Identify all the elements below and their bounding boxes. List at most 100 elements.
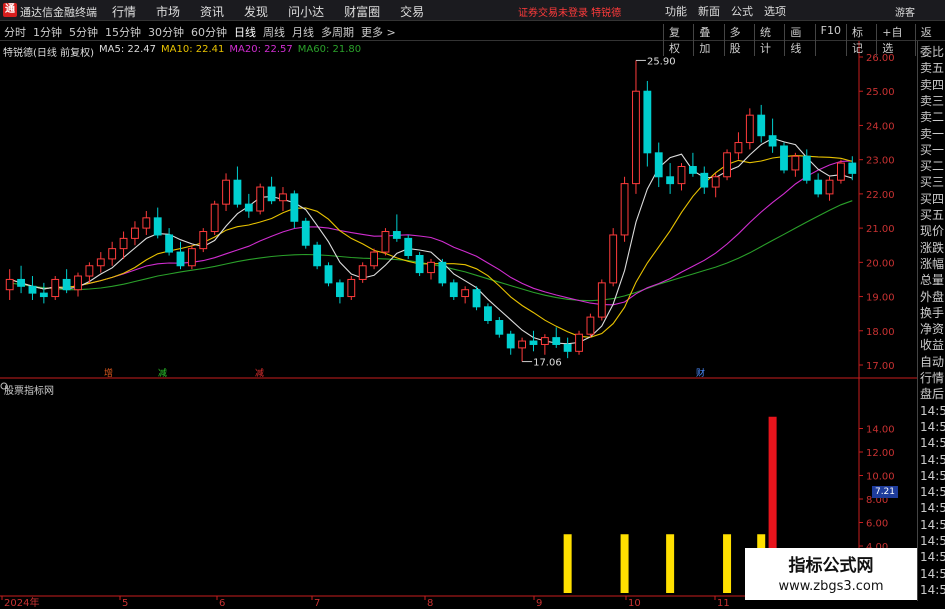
menu-item-xuanxiang[interactable]: 选项 [764,3,786,19]
quote-panel-item[interactable]: 14:56 [920,484,945,501]
candle-body [848,162,857,174]
period-toolbar: 分时 1分钟 5分钟 15分钟 30分钟 60分钟 日线 周线 月线 多周期 更… [0,21,945,56]
quote-panel-item[interactable]: 14:56 [920,566,945,583]
tool-overlay-button[interactable]: 叠加 [693,24,723,56]
quote-panel-item[interactable]: 14:56 [920,582,945,599]
tab-fenshi[interactable]: 分时 [4,24,26,40]
menu-item-faxian[interactable]: 发现 [244,3,268,20]
tab-15min[interactable]: 15分钟 [105,24,141,40]
watermark-title: 指标公式网 [788,556,874,576]
tab-daily[interactable]: 日线 [234,24,256,40]
quote-panel-item[interactable]: 卖五 [920,60,944,77]
menu-item-shichang[interactable]: 市场 [156,3,180,20]
quote-panel-item[interactable]: 14:56 [920,403,945,420]
quote-panel-item[interactable]: 净资 [920,321,944,338]
tab-30min[interactable]: 30分钟 [148,24,184,40]
watermark-logo: 指标公式网 www.zbgs3.com [745,548,917,600]
candle-body [632,90,640,185]
menu-item-hangqing[interactable]: 行情 [112,3,136,20]
app-name: 通达信金融终端 [20,6,97,19]
quote-panel-item[interactable]: 卖二 [920,109,944,126]
tab-1min[interactable]: 1分钟 [33,24,62,40]
candle-body [461,289,470,298]
candle-body [438,261,447,284]
candle-body [449,282,458,298]
tab-monthly[interactable]: 月线 [292,24,314,40]
quote-panel-item[interactable]: 买二 [920,158,944,175]
candle-body [119,237,128,250]
candle-body [153,217,162,236]
menu-item-wenxiaoda[interactable]: 问小达 [288,3,324,20]
quote-panel-item[interactable]: 自动 [920,354,944,371]
tool-f10-button[interactable]: F10 [814,24,846,56]
quote-side-panel[interactable]: 委比 卖五 卖四 卖三 卖二 卖一 买一 买二 买三 买四 买五 现价 涨跌 涨幅 总量 外盘 换手 净资 收益 自动… [917,41,945,601]
quote-panel-item[interactable]: 14:56 [920,500,945,517]
quote-panel-item[interactable]: 14:56 [920,549,945,566]
candle-body [51,278,60,298]
guest-label[interactable]: 游客 [895,4,915,19]
candle-body [518,340,527,349]
quote-panel-item[interactable]: 总量 [920,272,944,289]
candle-body [666,176,675,185]
quote-panel-item[interactable]: 卖四 [920,77,944,94]
menu-item-caifuquan[interactable]: 财富圈 [344,3,380,20]
price-tick-label: 24.00 [866,121,895,132]
tab-5min[interactable]: 5分钟 [69,24,98,40]
quote-panel-item[interactable]: 委比 [920,44,944,61]
date-tick-label: 11 [717,598,730,609]
quote-panel-item[interactable]: 外盘 [920,289,944,306]
tab-more[interactable]: 更多 > [361,24,396,40]
tab-60min[interactable]: 60分钟 [191,24,227,40]
quote-panel-item[interactable]: 盘后 [920,386,944,403]
tab-multi-period[interactable]: 多周期 [321,24,354,40]
indicator-bar [563,534,572,593]
tool-add-watchlist-button[interactable]: +自选 [876,24,914,56]
quote-panel-item[interactable]: 买四 [920,191,944,208]
quote-panel-item[interactable]: 换手 [920,305,944,322]
quote-panel-item[interactable]: 现价 [920,223,944,240]
sub-tick-label: 6.00 [866,519,888,530]
quote-panel-item[interactable]: 卖一 [920,126,944,143]
quote-panel-item[interactable]: 买五 [920,207,944,224]
quote-panel-item[interactable]: 行情 [920,370,944,387]
stock-name[interactable]: 特锐德(日线 前复权) [3,44,94,59]
tool-multi-stock-button[interactable]: 多股 [723,24,754,56]
tool-draw-button[interactable]: 画线 [784,24,814,56]
quote-panel-item[interactable]: 收益 [920,337,944,354]
quote-panel-item[interactable]: 买一 [920,142,944,159]
candle-body [381,231,390,253]
menu-item-gongshi[interactable]: 公式 [731,3,753,19]
quote-panel-item[interactable]: 14:56 [920,435,945,452]
tool-stats-button[interactable]: 统计 [753,24,784,56]
candle-body [609,234,618,284]
event-mark: 减 [158,367,167,379]
quote-panel-item[interactable]: 14:56 [920,419,945,436]
login-notice[interactable]: 证券交易未登录 特锐德 [518,4,621,19]
ma10-value: MA10: 22.41 [161,44,225,55]
candle-body [415,254,424,274]
candle-body [210,203,219,233]
quote-panel-item[interactable]: 14:56 [920,468,945,485]
candle-body [347,278,356,298]
quote-panel-item[interactable]: 14:56 [920,517,945,534]
sub-indicator-title[interactable]: 股票指标网 [4,382,54,397]
quote-panel-item[interactable]: 14:56 [920,533,945,550]
tool-fuquan-button[interactable]: 复权 [663,24,693,56]
tab-weekly[interactable]: 周线 [263,24,285,40]
menu-item-xinmian[interactable]: 新面 [698,3,720,19]
tool-mark-button[interactable]: 标记 [845,24,876,56]
candle-body [552,337,561,345]
menu-item-zixun[interactable]: 资讯 [200,3,224,20]
quote-panel-item[interactable]: 买三 [920,174,944,191]
sub-tick-label: 14.00 [866,425,895,436]
candle-body [165,234,174,253]
quote-panel-item[interactable]: 涨幅 [920,256,944,273]
quote-panel-item[interactable]: 14:56 [920,452,945,469]
candle-body [96,258,105,267]
menu-item-jiaoyi[interactable]: 交易 [400,3,424,20]
event-mark: 增 [104,367,113,379]
quote-panel-item[interactable]: 涨跌 [920,240,944,257]
menu-item-gongneng[interactable]: 功能 [665,3,687,19]
quote-panel-item[interactable]: 卖三 [920,93,944,110]
kline-chart[interactable]: 26.0025.0024.0023.0022.0021.0020.0019.00… [0,0,945,609]
